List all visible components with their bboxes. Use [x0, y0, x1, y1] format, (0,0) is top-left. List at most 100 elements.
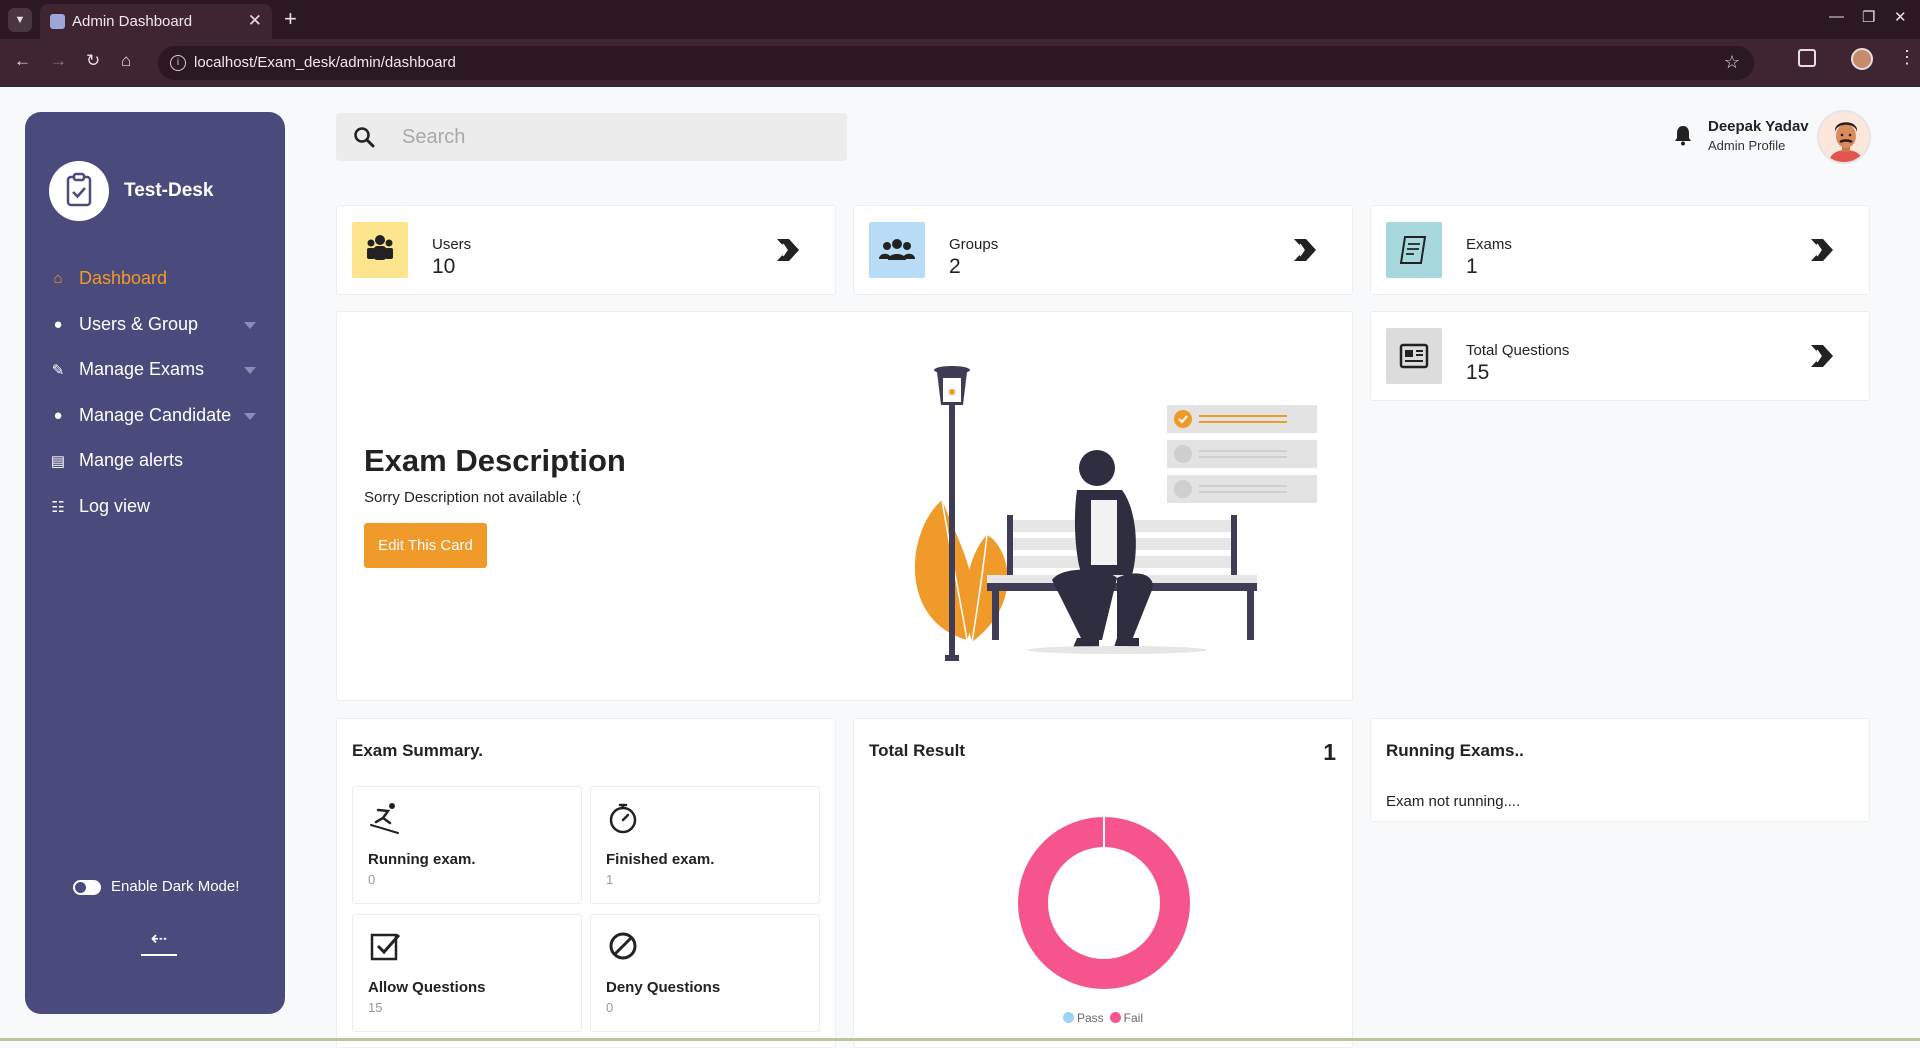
groups-icon [869, 222, 925, 278]
summary-value: 0 [368, 872, 376, 887]
total-result-count: 1 [1323, 739, 1336, 765]
sidebar-item-users-group[interactable]: ● Users & Group [25, 305, 285, 345]
finished-exam-box[interactable]: Finished exam. 1 [590, 786, 820, 904]
sidebar-item-label: Log view [79, 496, 151, 516]
alert-icon: ▤ [50, 453, 66, 470]
ban-icon [609, 932, 637, 960]
search-bar [336, 113, 847, 161]
clipboard-icon: ☷ [51, 499, 65, 516]
donut-slice-fail[interactable] [1018, 817, 1190, 989]
total-result-title: Total Result [869, 741, 966, 760]
dark-mode-toggle[interactable] [73, 880, 101, 895]
total-questions-card[interactable]: Total Questions 15 [1370, 311, 1870, 401]
search-input[interactable] [402, 121, 822, 153]
description-title: Exam Description [364, 443, 626, 478]
profile-icon[interactable] [1851, 48, 1873, 70]
user-name: Deepak Yadav [1708, 118, 1809, 135]
total-result-card: Total Result 1 Pass Fail [853, 718, 1353, 1048]
stat-label: Exams [1466, 236, 1512, 253]
chevron-right-icon[interactable] [1290, 236, 1318, 264]
sidebar-item-log-view[interactable]: ☷ Log view [25, 487, 285, 527]
exam-icon: ✎ [51, 362, 65, 379]
legend-swatch [1109, 1012, 1121, 1023]
summary-label: Running exam. [368, 851, 476, 868]
stat-label: Groups [949, 236, 999, 253]
groups-card[interactable]: Groups 2 [853, 205, 1353, 295]
browser-menu-icon[interactable]: ⋮ [1898, 47, 1916, 68]
legend-label: Pass [1076, 1011, 1104, 1025]
running-exam-box[interactable]: Running exam. 0 [352, 786, 582, 904]
sidebar-item-manage-exams[interactable]: ✎ Manage Exams [25, 350, 285, 390]
home-icon: ⌂ [53, 270, 63, 287]
legend-item-pass[interactable]: Pass [1062, 1011, 1104, 1025]
users-icon: ● [53, 316, 63, 333]
stat-label: Users [432, 236, 472, 253]
running-exams-card: Running Exams.. Exam not running.... [1370, 718, 1870, 822]
favicon-icon [50, 14, 65, 29]
collapse-sidebar-button[interactable]: ⇠ [141, 926, 177, 956]
tab-search-button[interactable]: ▼ [8, 8, 32, 32]
clipboard-logo-icon [49, 161, 109, 221]
tab-close-icon[interactable]: ✕ [248, 11, 262, 31]
summary-label: Allow Questions [368, 979, 486, 996]
stopwatch-icon [609, 803, 637, 834]
sidebar-item-manage-candidate[interactable]: ● Manage Candidate [25, 396, 285, 436]
edit-card-button[interactable]: Edit This Card [364, 523, 487, 568]
skiing-icon [370, 803, 399, 834]
caret-down-icon [244, 322, 256, 329]
stat-value: 2 [949, 255, 961, 278]
summary-value: 1 [606, 872, 614, 887]
chevron-right-icon[interactable] [1807, 342, 1835, 370]
reload-icon[interactable]: ↻ [86, 51, 100, 71]
site-info-icon[interactable]: i [170, 55, 186, 71]
forward-icon[interactable]: → [50, 51, 67, 71]
url-field[interactable]: i localhost/Exam_desk/admin/dashboard ☆ [158, 46, 1754, 80]
bell-icon[interactable] [1673, 124, 1693, 146]
extensions-icon[interactable] [1798, 49, 1816, 67]
deny-questions-box[interactable]: Deny Questions 0 [590, 914, 820, 1032]
candidate-icon: ● [53, 407, 63, 424]
summary-value: 15 [368, 1000, 383, 1015]
avatar[interactable] [1817, 110, 1871, 164]
newspaper-icon [1386, 328, 1442, 384]
checkbox-icon [370, 933, 401, 961]
brand-name: Test-Desk [124, 180, 214, 201]
sidebar: Test-Desk ⌂ Dashboard ● Users & Group ✎ … [25, 112, 285, 1014]
sidebar-item-dashboard[interactable]: ⌂ Dashboard [25, 259, 285, 299]
new-tab-button[interactable]: + [284, 6, 297, 32]
user-role: Admin Profile [1708, 138, 1786, 153]
minimize-icon[interactable]: — [1829, 8, 1844, 25]
browser-tab-bar: ▼ Admin Dashboard ✕ + — ❐ ✕ [0, 0, 1920, 39]
legend-swatch [1062, 1012, 1074, 1023]
legend-item-fail[interactable]: Fail [1109, 1011, 1143, 1025]
window-close-icon[interactable]: ✕ [1894, 8, 1907, 26]
bookmark-star-icon[interactable]: ☆ [1724, 52, 1740, 73]
summary-label: Finished exam. [606, 851, 715, 868]
chart-legend: Pass Fail [854, 1011, 1352, 1025]
stat-value: 1 [1466, 255, 1478, 278]
sidebar-item-label: Users & Group [79, 314, 199, 334]
sidebar-item-label: Manage Exams [79, 359, 205, 379]
browser-tab[interactable]: Admin Dashboard ✕ [40, 4, 272, 39]
users-card[interactable]: Users 10 [336, 205, 836, 295]
running-exams-text: Exam not running.... [1386, 793, 1521, 810]
sidebar-item-label: Mange alerts [79, 450, 184, 470]
summary-label: Deny Questions [606, 979, 721, 996]
home-icon[interactable]: ⌂ [121, 51, 131, 71]
chevron-right-icon[interactable] [773, 236, 801, 264]
sidebar-item-alerts[interactable]: ▤ Mange alerts [25, 441, 285, 481]
restore-icon[interactable]: ❐ [1862, 8, 1875, 26]
dark-mode-label: Enable Dark Mode! [111, 878, 240, 895]
tab-title: Admin Dashboard [72, 13, 193, 30]
exam-description-card: Exam Description Sorry Description not a… [336, 311, 1353, 701]
allow-questions-box[interactable]: Allow Questions 15 [352, 914, 582, 1032]
url-text: localhost/Exam_desk/admin/dashboard [194, 54, 456, 71]
users-icon [352, 222, 408, 278]
running-exams-title: Running Exams.. [1386, 741, 1524, 760]
sidebar-item-label: Manage Candidate [79, 405, 232, 425]
chevron-right-icon[interactable] [1807, 236, 1835, 264]
exams-card[interactable]: Exams 1 [1370, 205, 1870, 295]
back-icon[interactable]: ← [14, 51, 31, 71]
description-text: Sorry Description not available :( [364, 489, 581, 506]
caret-down-icon [244, 413, 256, 420]
